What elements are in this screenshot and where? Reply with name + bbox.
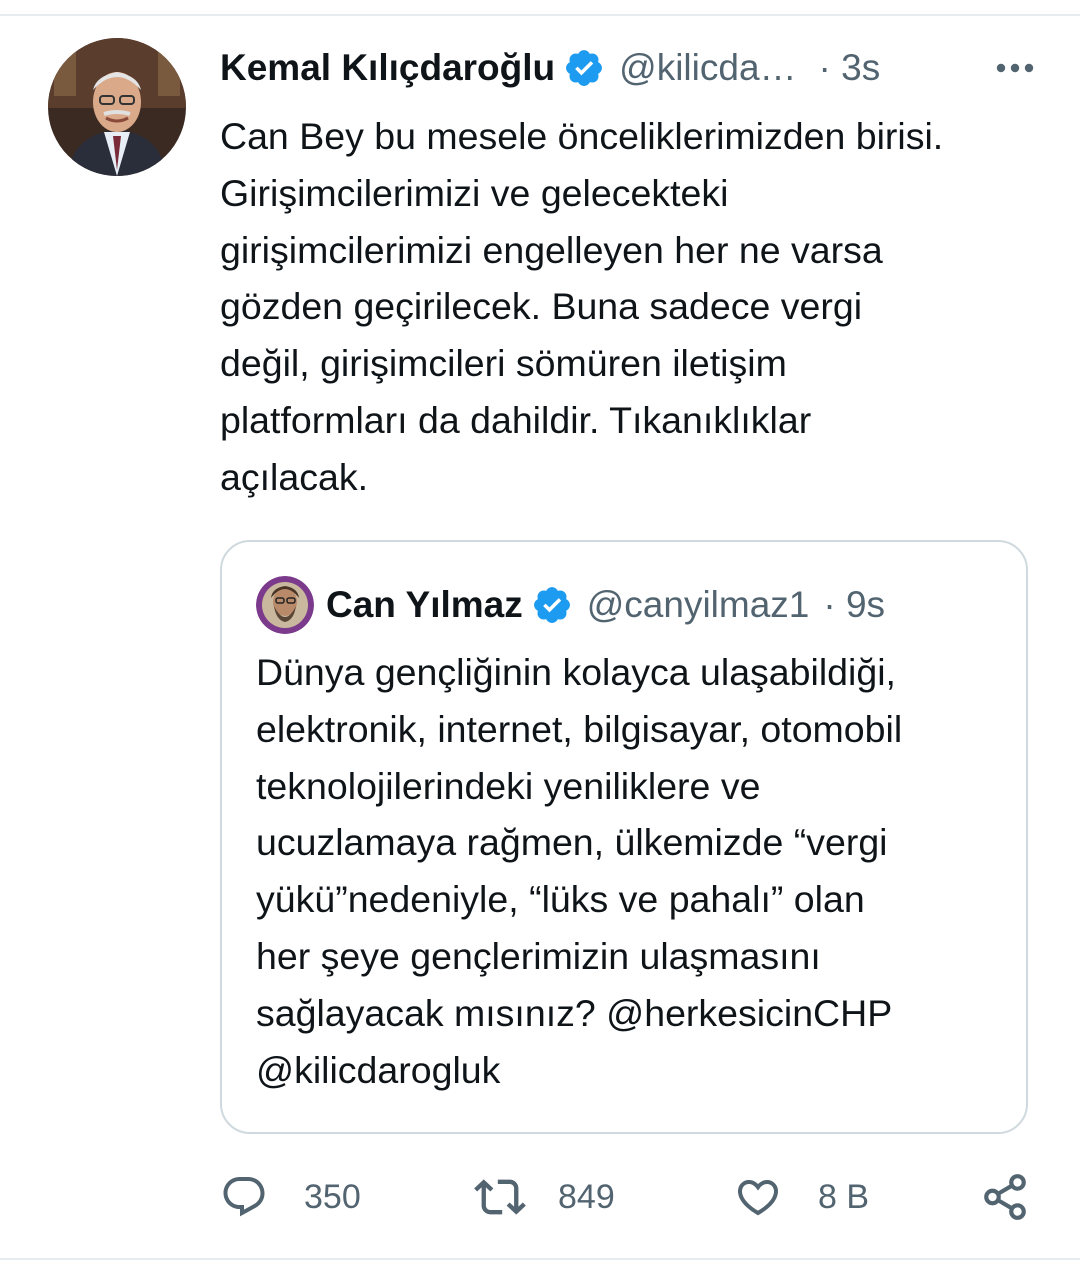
retweet-icon (474, 1171, 526, 1223)
retweet-button[interactable]: 849 (474, 1170, 615, 1224)
share-icon (980, 1172, 1030, 1222)
like-button[interactable]: 8 B (734, 1170, 869, 1224)
heart-icon (734, 1173, 782, 1221)
like-count: 8 B (818, 1177, 870, 1216)
reply-count: 350 (304, 1177, 361, 1216)
quoted-tweet-card[interactable]: Can Yılmaz @canyilmaz1 · 9s Dünya gençli… (220, 540, 1028, 1134)
quoted-tweet-timestamp: · 9s (823, 584, 886, 625)
reply-icon (220, 1173, 268, 1221)
top-divider (0, 14, 1080, 16)
tweet-header: Kemal Kılıçdaroğlu @kilicda… · 3s (220, 40, 1040, 96)
tweet-action-bar: 350 849 8 B (220, 1170, 1040, 1224)
author-handle[interactable]: @kilicda… (619, 47, 796, 89)
more-options-icon[interactable] (990, 48, 1040, 88)
tweet-body-text: Can Bey bu mesele önceliklerimizden biri… (220, 115, 944, 498)
quoted-author-avatar (256, 576, 314, 634)
author-name[interactable]: Kemal Kılıçdaroğlu (220, 47, 555, 89)
quoted-tweet-body-text: Dünya gençliğinin kolayca ulaşabildiği, … (256, 651, 903, 1091)
reply-button[interactable]: 350 (220, 1170, 361, 1224)
retweet-count: 849 (558, 1177, 615, 1216)
author-avatar[interactable] (48, 38, 186, 176)
bottom-divider (0, 1258, 1080, 1260)
share-button[interactable] (980, 1170, 1030, 1224)
quoted-author-handle: @canyilmaz1 (586, 584, 810, 625)
quoted-author-name: Can Yılmaz (326, 584, 523, 625)
verified-badge-icon (563, 47, 605, 89)
tweet-timestamp[interactable]: · 3s (819, 47, 881, 89)
quoted-tweet-header: Can Yılmaz @canyilmaz1 · 9s (326, 576, 885, 634)
quoted-verified-badge-icon (531, 584, 573, 626)
